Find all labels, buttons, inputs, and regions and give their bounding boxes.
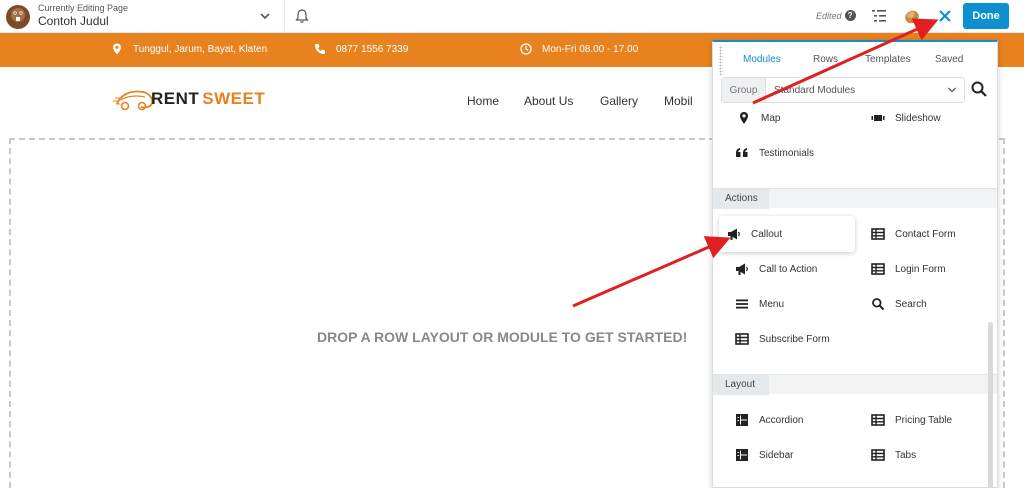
clock-icon: [520, 43, 532, 55]
menu-icon: [736, 299, 748, 309]
tab-saved[interactable]: Saved: [935, 54, 963, 65]
module-testimonials[interactable]: Testimonials: [735, 146, 814, 160]
table-icon: [871, 449, 885, 461]
module-accordion[interactable]: Accordion: [735, 413, 803, 427]
outline-list-icon[interactable]: [871, 9, 887, 23]
tab-modules[interactable]: Modules: [743, 54, 781, 65]
chevron-down-icon: [947, 87, 957, 93]
quote-icon: [736, 148, 748, 157]
module-contact-form[interactable]: Contact Form: [871, 227, 956, 241]
megaphone-icon: [728, 228, 740, 240]
edited-label: Edited: [816, 10, 842, 21]
group-select-value: Standard Modules: [774, 84, 856, 96]
module-callout[interactable]: Callout: [719, 216, 855, 252]
phone-text: 0877 1556 7339: [336, 43, 409, 55]
table-icon: [871, 228, 885, 240]
module-label: Map: [761, 112, 781, 124]
editing-label: Currently Editing Page: [38, 3, 129, 13]
help-icon[interactable]: ?: [844, 10, 856, 21]
section-actions: Actions: [713, 188, 997, 209]
module-call-to-action[interactable]: Call to Action: [735, 262, 817, 276]
modules-panel: Modules Rows Templates Saved Group Stand…: [712, 40, 998, 488]
phone-icon: [315, 44, 325, 54]
module-label: Callout: [751, 228, 783, 240]
module-label: Tabs: [895, 449, 917, 461]
module-sidebar[interactable]: Sidebar: [735, 448, 793, 462]
module-menu[interactable]: Menu: [735, 297, 784, 311]
builder-toolbar: Currently Editing Page Contoh Judul Edit…: [0, 0, 1024, 33]
module-label: Subscribe Form: [759, 333, 830, 345]
table-icon: [871, 263, 885, 275]
car-logo-icon: [113, 90, 154, 111]
module-label: Login Form: [895, 263, 946, 275]
hours-info: Mon-Fri 08.00 - 17.00: [520, 43, 638, 55]
nav-about-us[interactable]: About Us: [524, 94, 573, 108]
module-label: Contact Form: [895, 228, 956, 240]
address-info: Tunggul, Jarum, Bayat, Klaten: [111, 43, 267, 55]
nav-mobil[interactable]: Mobil: [664, 94, 693, 108]
module-login-form[interactable]: Login Form: [871, 262, 946, 276]
address-text: Tunggul, Jarum, Bayat, Klaten: [133, 43, 268, 55]
toolbar-divider: [284, 0, 285, 33]
brand-sweet: SWEET: [202, 89, 266, 108]
map-pin-icon: [113, 43, 121, 55]
module-search[interactable]: Search: [871, 297, 927, 311]
tools-icon[interactable]: [903, 7, 921, 25]
section-layout: Layout: [713, 374, 997, 395]
search-icon[interactable]: [970, 80, 988, 98]
module-label: Testimonials: [759, 147, 815, 159]
done-button[interactable]: Done: [963, 3, 1009, 29]
hours-text: Mon-Fri 08.00 - 17.00: [542, 43, 639, 55]
module-label: Accordion: [759, 414, 804, 426]
module-slideshow[interactable]: Slideshow: [871, 111, 941, 125]
module-label: Search: [895, 298, 927, 310]
group-select[interactable]: Group Standard Modules: [721, 77, 965, 103]
brand-logo[interactable]: RENT SWEET: [113, 82, 265, 116]
map-pin-icon: [740, 112, 748, 124]
section-title: Actions: [725, 193, 758, 204]
tab-rows[interactable]: Rows: [813, 54, 838, 65]
brand-name: RENT SWEET: [151, 89, 265, 109]
brand-rent: RENT: [151, 89, 200, 108]
layout-icon: [736, 414, 748, 426]
table-icon: [735, 333, 749, 345]
drop-placeholder-text: DROP A ROW LAYOUT OR MODULE TO GET START…: [317, 329, 688, 345]
group-label: Group: [722, 78, 766, 102]
nav-gallery[interactable]: Gallery: [600, 94, 638, 108]
page-selector[interactable]: Currently Editing Page Contoh Judul: [38, 3, 128, 29]
module-label: Sidebar: [759, 449, 794, 461]
module-label: Call to Action: [759, 263, 818, 275]
bell-icon[interactable]: [294, 8, 310, 24]
megaphone-icon: [736, 263, 748, 275]
edited-status[interactable]: Edited ?: [816, 10, 856, 21]
module-label: Pricing Table: [895, 414, 953, 426]
close-icon[interactable]: [936, 7, 954, 25]
module-label: Slideshow: [895, 112, 941, 124]
section-title: Layout: [725, 379, 756, 390]
beaver-logo-icon[interactable]: [4, 3, 32, 31]
module-map[interactable]: Map: [737, 111, 780, 125]
search-icon: [872, 298, 885, 311]
table-icon: [871, 414, 885, 426]
tab-templates[interactable]: Templates: [865, 54, 911, 65]
panel-scrollbar[interactable]: [988, 322, 993, 488]
layout-icon: [736, 449, 748, 461]
nav-home[interactable]: Home: [467, 94, 499, 108]
panel-drag-handle[interactable]: [719, 46, 723, 76]
module-label: Menu: [759, 298, 785, 310]
module-subscribe-form[interactable]: Subscribe Form: [735, 332, 830, 346]
page-root: Currently Editing Page Contoh Judul Edit…: [0, 0, 1024, 488]
slideshow-icon: [871, 115, 885, 121]
chevron-down-icon[interactable]: [258, 9, 272, 23]
phone-info: 0877 1556 7339: [314, 43, 408, 55]
page-title: Contoh Judul: [38, 14, 109, 28]
module-tabs[interactable]: Tabs: [871, 448, 916, 462]
module-pricing-table[interactable]: Pricing Table: [871, 413, 952, 427]
